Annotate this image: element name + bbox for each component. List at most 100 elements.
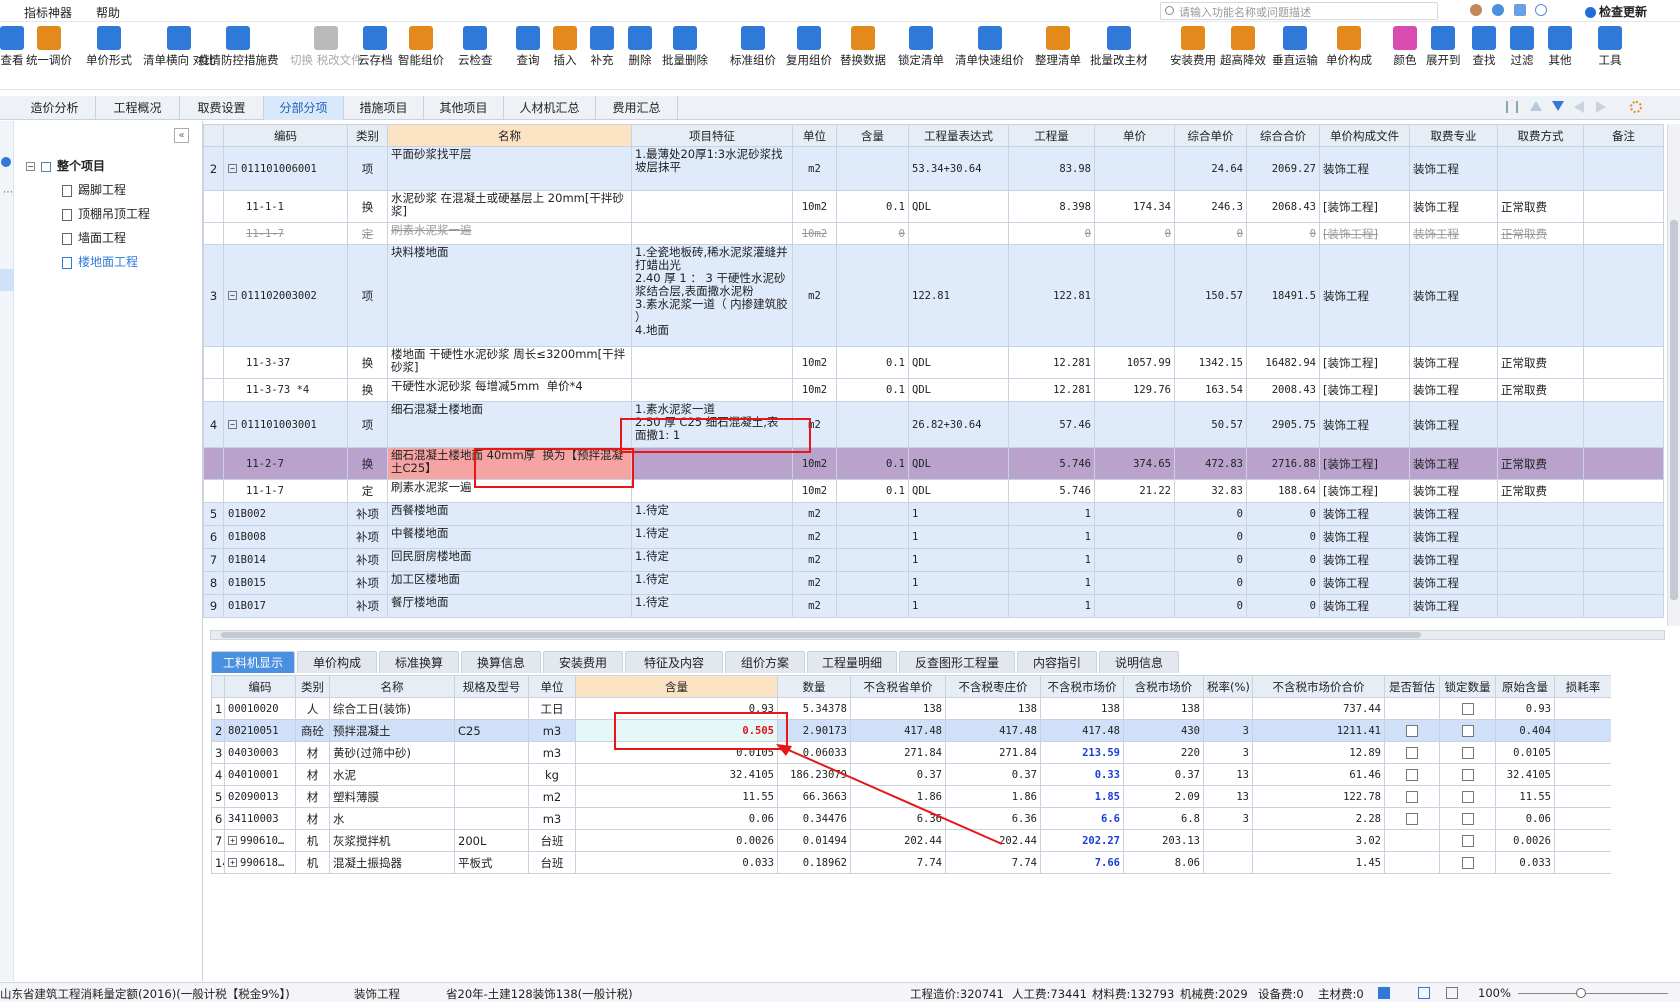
cell-unit[interactable]: 10m2 (792, 378, 837, 402)
toolbar-button-27[interactable]: 查找 (1472, 26, 1496, 67)
cell-unit[interactable]: m2 (792, 146, 837, 191)
cell-cat[interactable]: 定 (347, 479, 388, 503)
cell-uprice[interactable]: 50.57 (1174, 401, 1247, 448)
detail-tab-5[interactable]: 特征及内容 (625, 651, 723, 673)
resource-cell-spec[interactable] (454, 741, 529, 764)
cell-spec[interactable]: 装饰工程 (1409, 346, 1498, 379)
cell-feat[interactable] (631, 346, 793, 379)
nav-dot-icon[interactable] (1, 157, 11, 167)
cell-spec[interactable]: 装饰工程 (1409, 401, 1498, 448)
lock-qty-checkbox[interactable] (1461, 813, 1474, 825)
cell-feat[interactable]: 1.最薄处20厚1:3水泥砂浆找坡层抹平 (631, 146, 793, 191)
header-8[interactable]: 单价 (1094, 124, 1175, 147)
more-icon[interactable]: ⋯ (3, 187, 13, 198)
resource-cell-code[interactable]: 04030003 (224, 741, 296, 764)
resource-header-15[interactable]: 原始含量 (1495, 675, 1555, 698)
cell-expr[interactable] (908, 222, 1009, 245)
cell-note[interactable] (1583, 346, 1664, 379)
cell-feat[interactable]: 1.待定 (631, 502, 793, 526)
cell-amt[interactable]: 0 (836, 222, 909, 245)
resource-cell-unit[interactable]: m2 (528, 785, 576, 808)
header-10[interactable]: 综合合价 (1246, 124, 1320, 147)
resource-cell-loss[interactable] (1554, 785, 1611, 808)
cell-feat[interactable] (631, 447, 793, 480)
toolbar-button-8[interactable]: 云检查 (458, 26, 493, 67)
resource-cell-loss[interactable] (1554, 719, 1611, 742)
cell-amt[interactable]: 0.1 (836, 447, 909, 480)
resource-cell-cat[interactable]: 商砼 (295, 719, 330, 742)
cell-note[interactable] (1583, 401, 1664, 448)
cell-expr[interactable]: 1 (908, 502, 1009, 526)
resource-cell-spec[interactable]: 200L (454, 829, 529, 852)
resource-cell-est[interactable] (1384, 719, 1440, 742)
header-3[interactable]: 项目特征 (631, 124, 793, 147)
cell-qty[interactable]: 1 (1008, 525, 1095, 549)
resource-cell-p3[interactable]: 7.66 (1040, 851, 1124, 874)
resource-header-13[interactable]: 是否暂估 (1384, 675, 1440, 698)
toolbar-button-19[interactable]: 整理清单 (1035, 26, 1081, 67)
zoom-slider-handle[interactable] (1576, 988, 1586, 998)
toolbar-button-25[interactable]: 颜色 (1393, 26, 1417, 67)
cell-note[interactable] (1583, 146, 1664, 191)
resource-cell-orig[interactable]: 32.4105 (1495, 763, 1555, 786)
cell-qty[interactable]: 12.281 (1008, 346, 1095, 379)
cell-qty[interactable]: 57.46 (1008, 401, 1095, 448)
cell-name[interactable]: 平面砂浆找平层 (387, 146, 632, 191)
layout-alt-icon[interactable] (1446, 987, 1458, 999)
detail-tab-1[interactable]: 单价构成 (297, 651, 377, 673)
cell-spec[interactable]: 装饰工程 (1409, 548, 1498, 572)
resource-cell-cat[interactable]: 材 (295, 785, 330, 808)
tab-5[interactable]: 其他项目 (424, 96, 504, 120)
expand-icon[interactable]: + (228, 858, 237, 867)
cell-code[interactable]: 11-2-7 (223, 447, 348, 480)
cell-note[interactable] (1583, 548, 1664, 572)
item-grid-scrollbar[interactable] (1667, 124, 1680, 626)
header-7[interactable]: 工程量 (1008, 124, 1095, 147)
resource-cell-name[interactable]: 混凝土振捣器 (329, 851, 455, 874)
resource-cell-p3[interactable]: 417.48 (1040, 719, 1124, 742)
resource-cell-tax[interactable] (1203, 697, 1253, 720)
resource-cell-loss[interactable] (1554, 807, 1611, 830)
resource-cell-code[interactable]: 04010001 (224, 763, 296, 786)
resource-cell-p4[interactable]: 430 (1123, 719, 1204, 742)
toolbar-button-11[interactable]: 补充 (590, 26, 614, 67)
resource-header-2[interactable]: 名称 (329, 675, 455, 698)
cell-mode[interactable] (1497, 525, 1584, 549)
resource-cell-name[interactable]: 综合工日(装饰) (329, 697, 455, 720)
detail-tab-0[interactable]: 工料机显示 (211, 651, 295, 673)
resource-header-16[interactable]: 损耗率 (1554, 675, 1611, 698)
cell-file[interactable]: 装饰工程 (1319, 525, 1410, 549)
resource-cell-p1[interactable]: 417.48 (850, 719, 946, 742)
resource-cell-p2[interactable]: 7.74 (945, 851, 1041, 874)
detail-tab-10[interactable]: 说明信息 (1099, 651, 1179, 673)
header-5[interactable]: 含量 (836, 124, 909, 147)
cell-uprice[interactable]: 0 (1174, 525, 1247, 549)
cell-code[interactable]: 01B015 (223, 571, 348, 595)
resource-cell-amt[interactable]: 0.033 (575, 851, 778, 874)
menu-item-help[interactable]: 帮助 (96, 4, 120, 21)
toolbar-button-30[interactable]: 工具 (1598, 26, 1622, 67)
cell-unit[interactable]: 10m2 (792, 346, 837, 379)
cell-cat[interactable]: 项 (347, 146, 388, 191)
cell-cat[interactable]: 项 (347, 401, 388, 448)
resource-cell-p1[interactable]: 138 (850, 697, 946, 720)
scrollbar-thumb[interactable] (1670, 220, 1678, 600)
toolbar-button-15[interactable]: 复用组价 (786, 26, 832, 67)
estimate-checkbox[interactable] (1406, 769, 1418, 781)
cell-mode[interactable] (1497, 571, 1584, 595)
cell-expr[interactable]: 1 (908, 548, 1009, 572)
resource-cell-spec[interactable] (454, 785, 529, 808)
resource-cell-p3[interactable]: 213.59 (1040, 741, 1124, 764)
cell-note[interactable] (1583, 502, 1664, 526)
resource-cell-p2[interactable]: 138 (945, 697, 1041, 720)
resource-cell-est[interactable] (1384, 741, 1440, 764)
resource-cell-unit[interactable]: m3 (528, 807, 576, 830)
resource-cell-est[interactable] (1384, 829, 1440, 852)
resource-cell-amt[interactable]: 0.0105 (575, 741, 778, 764)
resource-cell-lock[interactable] (1439, 829, 1496, 852)
toolbar-button-24[interactable]: 单价构成 (1326, 26, 1372, 67)
resource-cell-code[interactable]: 80210051 (224, 719, 296, 742)
resource-cell-est[interactable] (1384, 763, 1440, 786)
toolbar-button-23[interactable]: 垂直运输 (1272, 26, 1318, 67)
lock-qty-checkbox[interactable] (1461, 857, 1474, 869)
